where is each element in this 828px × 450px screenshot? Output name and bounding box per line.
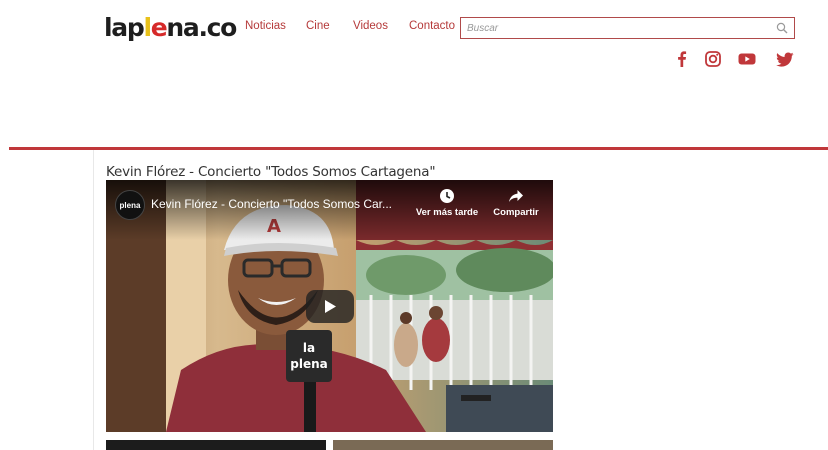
article-title: Kevin Flórez - Concierto "Todos Somos Ca…: [106, 164, 436, 181]
logo-text-1: lap: [104, 13, 145, 42]
nav-item-noticias[interactable]: Noticias: [245, 20, 286, 32]
channel-avatar-text: plena: [119, 200, 141, 210]
search-box: [460, 17, 795, 39]
watch-later-label: Ver más tarde: [415, 207, 479, 218]
header-divider: [9, 147, 828, 150]
instagram-icon[interactable]: [703, 49, 723, 69]
logo-text-2: l: [143, 13, 152, 42]
site-logo[interactable]: laplena.co: [104, 13, 237, 43]
share-label: Compartir: [493, 207, 539, 218]
logo-text-4: na.co: [166, 13, 237, 42]
content-border: [93, 150, 94, 450]
play-icon: [325, 300, 336, 313]
play-button[interactable]: [306, 290, 354, 323]
clock-icon: [440, 189, 454, 203]
logo-text-3: e: [150, 13, 168, 42]
twitter-icon[interactable]: [775, 49, 795, 69]
video-title[interactable]: Kevin Flórez - Concierto "Todos Somos Ca…: [151, 197, 392, 211]
video-player[interactable]: A la plena plena Kevin Flórez - Conciert…: [106, 180, 553, 432]
channel-avatar[interactable]: plena: [115, 190, 145, 220]
facebook-icon[interactable]: [672, 49, 692, 69]
nav-item-videos[interactable]: Videos: [353, 20, 388, 32]
related-video-thumbnail-1[interactable]: [106, 440, 326, 450]
nav-item-contacto[interactable]: Contacto: [409, 20, 455, 32]
share-button[interactable]: Compartir: [487, 188, 545, 218]
share-icon: [509, 190, 523, 202]
youtube-icon[interactable]: [737, 49, 757, 69]
mic-flag-text-bottom: plena: [290, 357, 327, 371]
watch-later-button[interactable]: Ver más tarde: [412, 188, 482, 218]
search-input[interactable]: [467, 19, 767, 38]
related-video-thumbnail-2[interactable]: [333, 440, 553, 450]
search-icon[interactable]: [776, 22, 788, 34]
nav-item-cine[interactable]: Cine: [306, 20, 330, 32]
mic-flag-text-top: la: [303, 341, 315, 355]
